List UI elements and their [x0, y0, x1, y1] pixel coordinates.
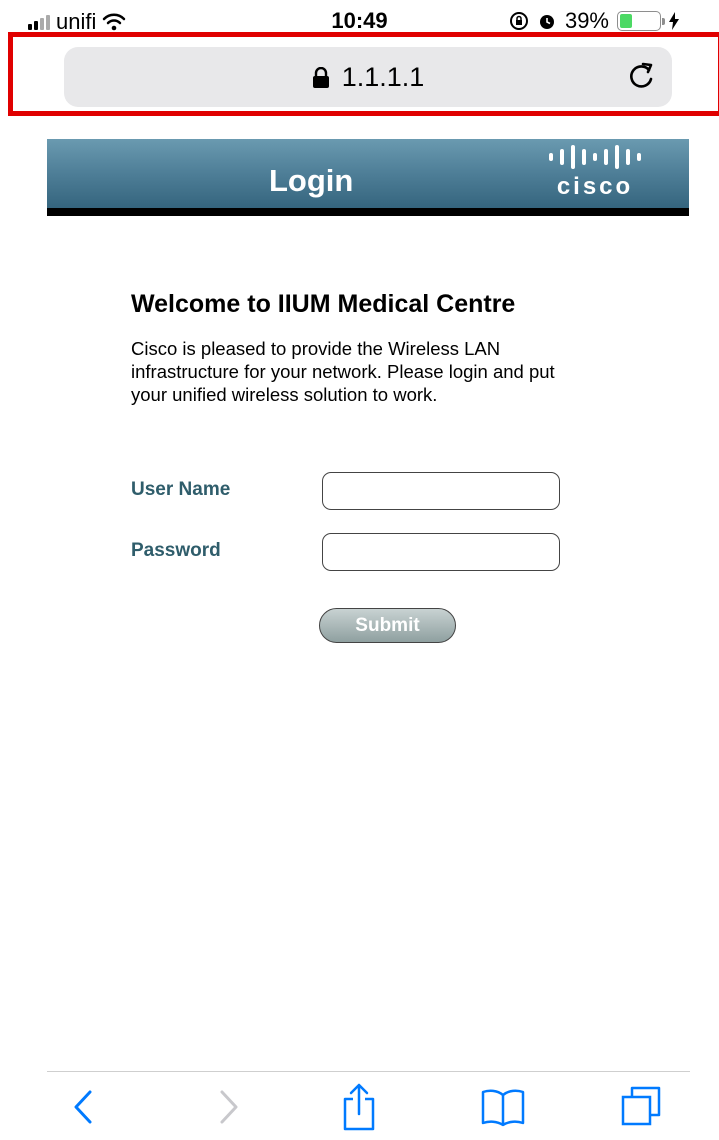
battery-percent: 39%: [564, 8, 609, 33]
submit-button[interactable]: Submit: [319, 608, 456, 643]
status-bar: unifi 10:49 39%: [0, 0, 719, 36]
intro-text: Cisco is pleased to provide the Wireless…: [131, 338, 555, 405]
status-right: 39%: [509, 8, 679, 34]
page-title: Login: [269, 163, 354, 198]
password-label: Password: [131, 540, 221, 561]
cisco-wordmark: cisco: [556, 173, 634, 200]
highlight-box: [8, 32, 719, 116]
bookmarks-icon[interactable]: [480, 1087, 526, 1127]
browser-toolbar: [0, 1045, 719, 1140]
charging-bolt-icon: [669, 12, 679, 30]
tabs-icon[interactable]: [620, 1085, 662, 1127]
header-divider: [47, 208, 689, 216]
battery-icon: [617, 11, 665, 31]
share-icon[interactable]: [342, 1083, 376, 1131]
forward-icon[interactable]: [218, 1089, 240, 1125]
username-input[interactable]: [322, 472, 560, 510]
welcome-heading: Welcome to IIUM Medical Centre: [131, 290, 516, 318]
cisco-logo: cisco: [543, 145, 647, 201]
cisco-bars-icon: [543, 145, 647, 169]
battery-fill: [620, 14, 633, 28]
password-input[interactable]: [322, 533, 560, 571]
toolbar-divider: [47, 1071, 690, 1072]
back-icon[interactable]: [72, 1089, 94, 1125]
login-header: Login cisco: [47, 139, 689, 216]
orientation-lock-icon: [509, 12, 528, 30]
alarm-icon: [539, 15, 554, 29]
username-label: User Name: [131, 479, 231, 500]
